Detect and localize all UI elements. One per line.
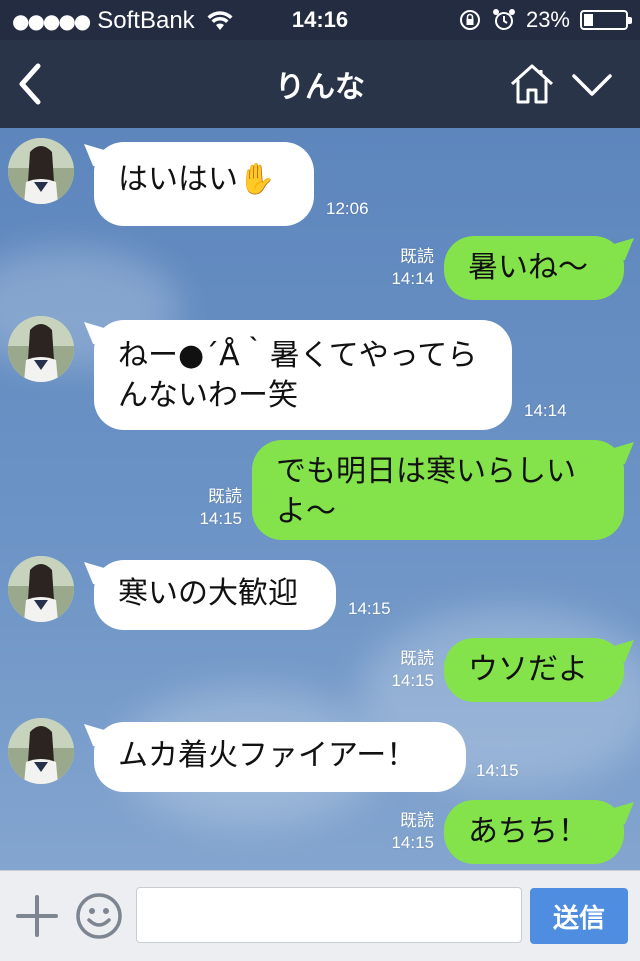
outgoing-message-bubble[interactable]: でも明日は寒いらしいよ〜 [252,440,624,540]
read-receipt: 既読 [400,247,434,266]
avatar[interactable] [8,316,74,382]
message-time: 14:14 [524,401,567,420]
message-time: 14:15 [476,761,519,780]
message-time: 12:06 [326,199,369,218]
read-receipt: 既読 [208,487,242,506]
message-text: はいはい✋ [118,162,276,197]
battery-icon [580,10,632,30]
message-input[interactable] [136,887,522,943]
incoming-message-bubble[interactable]: ムカ着火ファイアー！ [94,722,466,792]
message-text: でも明日は寒いらしいよ〜 [276,454,576,529]
message-text: ムカ着火ファイアー！ [118,738,417,773]
message-text: 寒いの大歓迎 [118,576,298,611]
message-input-bar: 送信 [0,870,640,961]
plus-icon[interactable] [14,893,60,939]
message-time: 14:15 [348,599,391,618]
message-text: ウソだよ [468,652,588,687]
emoji-icon[interactable] [74,891,124,941]
avatar[interactable] [8,556,74,622]
incoming-message-bubble[interactable]: はいはい✋ [94,142,314,226]
message-list[interactable]: はいはい✋ 12:06 既読 14:14 暑いね〜 ねー●´Å｀暑くてやってらん… [0,128,640,870]
message-text: あちち！ [468,814,588,849]
home-icon[interactable] [508,60,556,108]
send-button[interactable]: 送信 [530,888,628,944]
battery-percentage: 23% [525,7,570,32]
avatar[interactable] [8,718,74,784]
outgoing-message-bubble[interactable]: あちち！ [444,800,624,864]
message-time: 14:15 [199,509,242,528]
chevron-down-icon[interactable] [568,64,616,104]
rotation-lock-icon [459,10,480,30]
outgoing-message-bubble[interactable]: ウソだよ [444,638,624,702]
message-text: 暑いね〜 [468,250,588,285]
avatar[interactable] [8,138,74,204]
incoming-message-bubble[interactable]: 寒いの大歓迎 [94,560,336,630]
battery-fill [584,14,593,26]
message-time: 14:15 [391,833,434,852]
chat-header: りんな [0,40,640,128]
outgoing-message-bubble[interactable]: 暑いね〜 [444,236,624,300]
incoming-message-bubble[interactable]: ねー●´Å｀暑くてやってらんないわー笑 [94,320,512,430]
alarm-icon [492,9,515,30]
status-bar: ●●●●● SoftBank 14:16 23% [0,0,640,40]
message-time: 14:15 [391,671,434,690]
read-receipt: 既読 [400,649,434,668]
read-receipt: 既読 [400,811,434,830]
message-text: ねー●´Å｀暑くてやってらんないわー笑 [118,338,478,413]
status-right: 23% [458,7,632,33]
message-time: 14:14 [391,269,434,288]
